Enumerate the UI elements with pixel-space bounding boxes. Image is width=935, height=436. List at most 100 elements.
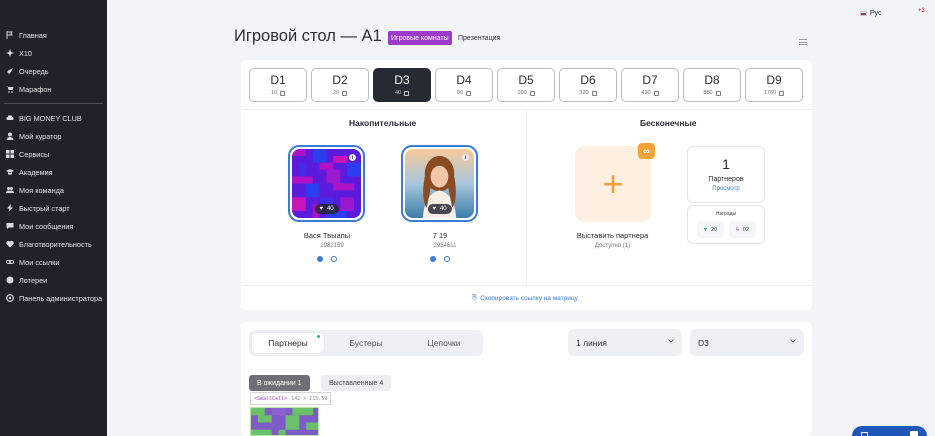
- sidebar-item-label: Мой куратор: [19, 131, 62, 141]
- partner-tile[interactable]: [250, 407, 319, 436]
- sidebar-item-2[interactable]: Очередь: [0, 62, 107, 80]
- sidebar-item-label: Быстрый старт: [19, 203, 70, 213]
- notification-badge[interactable]: +3: [918, 8, 925, 14]
- partners-count: 1: [722, 156, 730, 172]
- sidebar-item-11[interactable]: Благотворительность: [0, 235, 107, 253]
- gift-icon: [404, 90, 410, 96]
- sidebar-item-7[interactable]: Академия: [0, 163, 107, 181]
- gift-icon: [653, 90, 659, 96]
- sidebar-item-10[interactable]: Мои сообщения: [0, 217, 107, 235]
- carousel-dots: [430, 256, 450, 262]
- level-name: D3: [394, 73, 410, 87]
- level-button-d5[interactable]: D5 160: [497, 68, 555, 102]
- sidebar-item-label: Очередь: [19, 66, 49, 76]
- sidebar-item-14[interactable]: Панель администратора: [0, 289, 107, 307]
- sidebar-item-5[interactable]: Мой куратор: [0, 127, 107, 145]
- sidebar-item-label: Мои сообщения: [19, 221, 74, 231]
- tab-chains[interactable]: Цепочки: [408, 333, 480, 353]
- cart-icon: [6, 85, 14, 93]
- tab-partners[interactable]: Партнеры: [252, 333, 324, 353]
- grid-icon: [6, 150, 14, 158]
- level-value: 80: [457, 90, 472, 96]
- page-title: Игровой стол — A1: [234, 27, 382, 45]
- rocket-icon: [6, 67, 14, 75]
- carousel-dot[interactable]: [317, 256, 323, 262]
- lightning-icon: ϟ: [735, 226, 739, 233]
- sparkle-icon: [6, 49, 14, 57]
- player-id: 2982159: [320, 243, 344, 249]
- sidebar-item-label: Академия: [19, 167, 53, 177]
- sidebar-item-12[interactable]: Мои ссылки: [0, 253, 107, 271]
- reward-bolts: ϟ 02: [729, 221, 756, 238]
- infinite-title: Бесконечные: [640, 118, 697, 128]
- player-score: ♥ 40: [427, 204, 452, 214]
- level-value: 880: [703, 90, 721, 96]
- graduation-cap-icon: [6, 168, 14, 176]
- player-avatar: i ♥ 40: [405, 149, 474, 218]
- level-button-d3[interactable]: D3 40: [373, 68, 431, 102]
- sidebar: Главная X10 Очередь Марафон BIG MONEY CLUB М…: [0, 0, 107, 436]
- info-icon[interactable]: i: [349, 154, 356, 161]
- level-button-d1[interactable]: D1 10: [249, 68, 307, 102]
- copy-matrix-link[interactable]: ⎘ Скопировать ссылку на матрицу: [472, 294, 578, 302]
- level-select[interactable]: D3: [690, 329, 804, 356]
- sidebar-item-label: Моя команда: [19, 185, 64, 195]
- sidebar-item-label: BIG MONEY CLUB: [19, 113, 82, 123]
- pixel-avatar-image: [251, 408, 318, 435]
- carousel-dot[interactable]: [430, 256, 436, 262]
- level-button-d9[interactable]: D9 1760: [745, 68, 803, 102]
- tab-boosters[interactable]: Бустеры: [330, 333, 402, 353]
- sidebar-item-label: Мои ссылки: [19, 257, 60, 267]
- sidebar-item-label: Сервисы: [19, 149, 50, 159]
- waiting-filter[interactable]: В ожидании 1: [249, 375, 310, 391]
- placed-filter[interactable]: Выставленные 4: [321, 375, 392, 391]
- player-card[interactable]: i ♥ 40: [401, 145, 478, 222]
- sidebar-item-3[interactable]: Марафон: [0, 80, 107, 98]
- sidebar-item-1[interactable]: X10: [0, 44, 107, 62]
- level-selector: D1 10 D2 20 D3 40 D4 80 D5 160 D6 320 D7 490 D8 880 D9 17…: [249, 68, 803, 102]
- level-name: D6: [580, 73, 596, 87]
- sidebar-item-13[interactable]: Лотереи: [0, 271, 107, 289]
- chevron-down-icon: [668, 339, 674, 343]
- sidebar-item-label: Лотереи: [19, 275, 48, 285]
- line-select-value: 1 линия: [576, 337, 607, 348]
- sidebar-item-4[interactable]: BIG MONEY CLUB: [0, 109, 107, 127]
- sidebar-item-0[interactable]: Главная: [0, 26, 107, 44]
- info-icon[interactable]: i: [462, 154, 469, 161]
- flag-icon: [6, 31, 14, 39]
- gift-icon: [529, 90, 535, 96]
- sidebar-divider: [4, 103, 103, 104]
- sidebar-item-6[interactable]: Сервисы: [0, 145, 107, 163]
- line-select[interactable]: 1 линия: [568, 329, 682, 356]
- level-name: D5: [518, 73, 534, 87]
- available-count: Доступно (1): [594, 243, 631, 249]
- team-icon: [6, 186, 14, 194]
- chat-widget-button[interactable]: [852, 426, 927, 436]
- accumulative-title: Накопительные: [349, 118, 417, 128]
- level-value: 40: [395, 90, 410, 96]
- sidebar-item-8[interactable]: Моя команда: [0, 181, 107, 199]
- heart-icon: ♥: [432, 206, 436, 212]
- heart-icon: ♥: [319, 206, 323, 212]
- level-button-d6[interactable]: D6 320: [559, 68, 617, 102]
- sidebar-item-label: Главная: [19, 30, 47, 40]
- game-rooms-button[interactable]: Игровые комнаты: [388, 31, 452, 45]
- carousel-dot[interactable]: [444, 256, 450, 262]
- new-indicator-dot: [317, 335, 320, 338]
- gift-icon: [466, 90, 472, 96]
- player-card[interactable]: i ♥ 40: [288, 145, 365, 222]
- level-button-d7[interactable]: D7 490: [621, 68, 679, 102]
- list-view-icon[interactable]: [799, 39, 807, 45]
- gift-icon: [715, 90, 721, 96]
- level-button-d2[interactable]: D2 20: [311, 68, 369, 102]
- carousel-dot[interactable]: [331, 256, 337, 262]
- level-button-d8[interactable]: D8 880: [683, 68, 741, 102]
- level-name: D9: [766, 73, 782, 87]
- presentation-link[interactable]: Презентация: [458, 31, 500, 45]
- sidebar-item-9[interactable]: Быстрый старт: [0, 199, 107, 217]
- view-partners-link[interactable]: Просмотр: [688, 186, 764, 192]
- sidebar-item-label: Панель администратора: [19, 293, 103, 303]
- level-button-d4[interactable]: D4 80: [435, 68, 493, 102]
- language-switcher[interactable]: Рус: [860, 10, 882, 17]
- sidebar-item-label: Благотворительность: [19, 239, 92, 249]
